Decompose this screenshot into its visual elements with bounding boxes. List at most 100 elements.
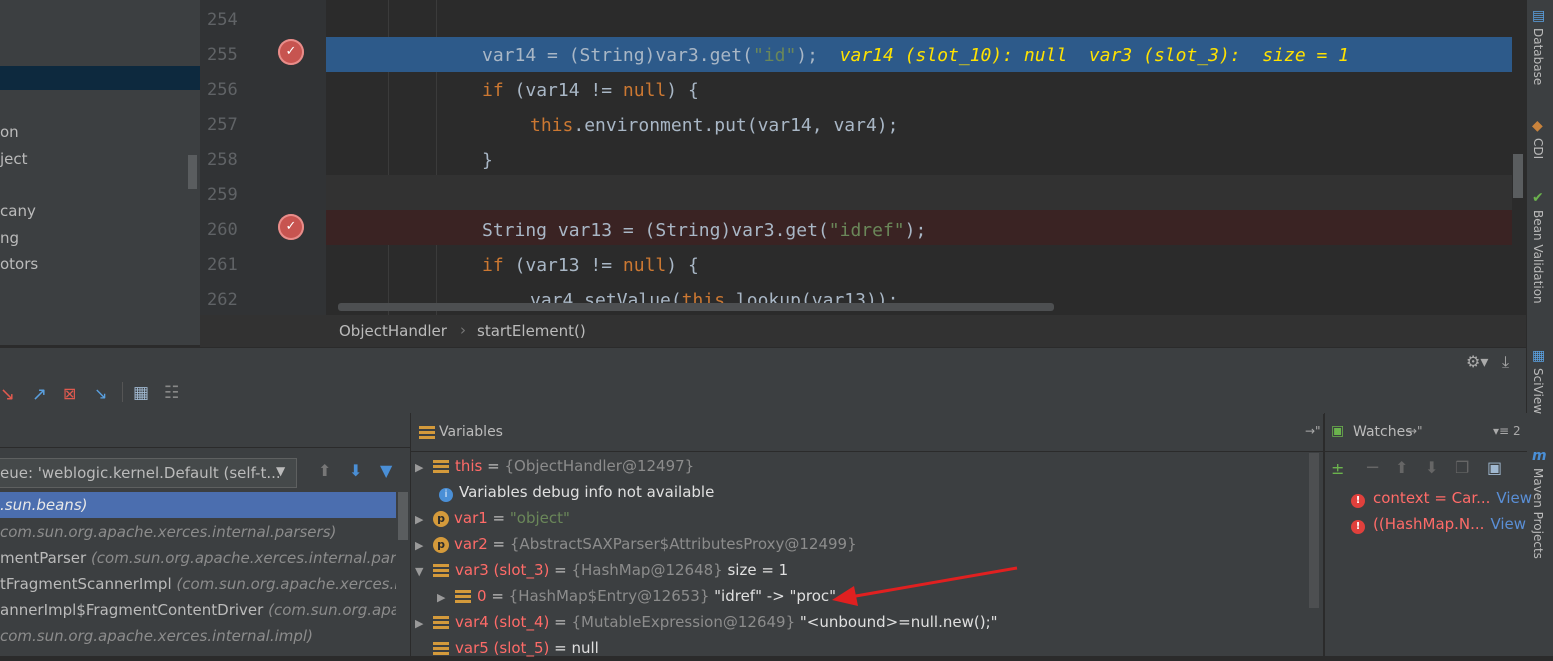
line-number: 260 bbox=[207, 220, 238, 240]
database-icon: ▤ bbox=[1532, 8, 1546, 24]
breadcrumb-separator: › bbox=[460, 321, 466, 339]
trace-icon[interactable]: ☷ bbox=[164, 383, 179, 403]
tab-bean-validation[interactable]: Bean Validation bbox=[1531, 210, 1545, 304]
line-number: 255 bbox=[207, 45, 238, 65]
tab-sciview[interactable]: SciView bbox=[1531, 368, 1545, 414]
debug-toolbar: ↘ ↗ ⊠ ↘ ▦ ☷ ⚙▾ ⤓ bbox=[0, 347, 1526, 414]
hide-panel-icon[interactable]: ⤓ bbox=[1502, 352, 1509, 372]
project-scrollbar[interactable] bbox=[188, 155, 197, 189]
frames-panel: eue: 'weblogic.kernel.Default (self-t...… bbox=[0, 413, 411, 656]
editor-horizontal-scrollbar[interactable] bbox=[338, 303, 1054, 311]
var-row-info: i Variables debug info not available bbox=[439, 479, 714, 505]
error-icon: ! bbox=[1351, 520, 1365, 534]
error-icon: ! bbox=[1351, 494, 1365, 508]
project-item[interactable]: otors bbox=[0, 255, 38, 273]
code-line-258: } bbox=[482, 150, 493, 171]
watches-title: Watches bbox=[1353, 424, 1413, 440]
var-row-this[interactable]: ▶ this = {ObjectHandler@12497} bbox=[415, 453, 694, 479]
line-number: 257 bbox=[207, 115, 238, 135]
frames-header bbox=[0, 413, 410, 448]
line-number: 261 bbox=[207, 255, 238, 275]
frames-scrollbar[interactable] bbox=[398, 492, 408, 540]
frame-row[interactable]: mentParser (com.sun.org.apache.xerces.in… bbox=[0, 545, 396, 571]
remove-watch-icon[interactable]: − bbox=[1365, 457, 1380, 478]
code-line-256: if (var14 != null) { bbox=[482, 80, 699, 101]
breakpoint-icon[interactable]: ✓ bbox=[278, 39, 304, 65]
caret-row bbox=[326, 175, 1512, 210]
run-to-cursor-icon[interactable]: ↘ bbox=[94, 384, 107, 403]
move-up-icon[interactable]: ⬆ bbox=[1395, 458, 1408, 477]
copy-icon[interactable]: ❐ bbox=[1455, 458, 1469, 477]
variables-scrollbar[interactable] bbox=[1309, 453, 1319, 608]
variables-title: Variables bbox=[439, 424, 503, 440]
var-row-var2[interactable]: ▶ p var2 = {AbstractSAXParser$AttributesPr… bbox=[415, 531, 857, 557]
watches-count: 2 bbox=[1513, 424, 1521, 438]
project-panel: on ject cany ng otors bbox=[0, 0, 200, 345]
view-link: View bbox=[1490, 515, 1527, 533]
project-item[interactable]: cany bbox=[0, 202, 36, 220]
arrow-up-icon[interactable]: ⬆ bbox=[318, 461, 331, 480]
tab-database[interactable]: Database bbox=[1531, 28, 1545, 85]
frame-row[interactable]: com.sun.org.apache.xerces.internal.parse… bbox=[0, 519, 396, 545]
code-line-257: this.environment.put(var14, var4); bbox=[530, 115, 899, 136]
maven-icon: m bbox=[1532, 448, 1547, 464]
add-watch-icon[interactable]: ± bbox=[1331, 459, 1344, 478]
filter-icon[interactable]: ▼ bbox=[380, 461, 392, 480]
variables-icon bbox=[419, 426, 435, 439]
inline-debug-values: var14 (slot_10): null var3 (slot_3): siz… bbox=[839, 45, 1350, 66]
project-item[interactable]: on bbox=[0, 123, 19, 141]
line-number: 254 bbox=[207, 10, 238, 30]
watches-header: ▣ Watches →" ▾≡ 2 bbox=[1325, 413, 1527, 452]
project-selected-row[interactable] bbox=[0, 66, 200, 90]
info-icon: i bbox=[439, 488, 453, 502]
line-number: 258 bbox=[207, 150, 238, 170]
breadcrumb: ObjectHandler › startElement() bbox=[200, 315, 1526, 347]
view-link: View bbox=[1496, 489, 1533, 507]
variables-panel: Variables →" ▶ this = {ObjectHandler@1249… bbox=[411, 413, 1323, 657]
watches-menu-icon[interactable]: ▾≡ bbox=[1493, 424, 1509, 438]
project-item[interactable]: ject bbox=[0, 150, 28, 168]
chevron-down-icon: ▼ bbox=[276, 464, 286, 478]
evaluate-expression-icon[interactable]: ▦ bbox=[133, 383, 149, 403]
step-into-icon[interactable]: ↘ bbox=[0, 384, 15, 405]
project-item[interactable]: ng bbox=[0, 229, 19, 247]
watch-view-icon[interactable]: ▣ bbox=[1487, 458, 1502, 477]
thread-selector[interactable]: eue: 'weblogic.kernel.Default (self-t...… bbox=[0, 458, 297, 488]
editor-vertical-scrollbar[interactable] bbox=[1513, 154, 1523, 198]
cdi-icon: ◆ bbox=[1532, 118, 1543, 134]
code-line-260: String var13 = (String)var3.get("idref")… bbox=[482, 220, 927, 241]
tab-maven-projects[interactable]: Maven Projects bbox=[1531, 468, 1545, 559]
pin-icon[interactable]: →" bbox=[1407, 424, 1423, 438]
drop-frame-icon[interactable]: ⊠ bbox=[63, 384, 76, 403]
breakpoint-icon[interactable]: ✓ bbox=[278, 214, 304, 240]
move-down-icon[interactable]: ⬇ bbox=[1425, 458, 1438, 477]
breadcrumb-method[interactable]: startElement() bbox=[477, 322, 586, 340]
line-number: 262 bbox=[207, 290, 238, 310]
watches-icon: ▣ bbox=[1331, 423, 1345, 439]
arrow-down-icon[interactable]: ⬇ bbox=[349, 461, 362, 480]
pin-icon[interactable]: →" bbox=[1305, 424, 1321, 438]
code-editor[interactable]: var14 = (String)var3.get("id"); var14 (s… bbox=[326, 0, 1512, 315]
breadcrumb-class[interactable]: ObjectHandler bbox=[339, 322, 447, 340]
sciview-icon: ▦ bbox=[1532, 348, 1546, 364]
var-row-var5[interactable]: var5 (slot_5) = null bbox=[415, 635, 599, 661]
var-row-var3[interactable]: ▼ var3 (slot_3) = {HashMap@12648} size = … bbox=[415, 557, 788, 583]
var-row-entry-0[interactable]: ▶ 0 = {HashMap$Entry@12653} "idref" -> "p… bbox=[437, 583, 836, 609]
frame-row[interactable]: com.sun.org.apache.xerces.internal.impl) bbox=[0, 623, 396, 649]
annotation-arrow-icon bbox=[832, 566, 1018, 606]
code-line-255: var14 = (String)var3.get("id"); var14 (s… bbox=[482, 45, 1350, 66]
code-line-261: if (var13 != null) { bbox=[482, 255, 699, 276]
frame-row[interactable]: tFragmentScannerImpl (com.sun.org.apache… bbox=[0, 571, 396, 597]
var-row-var4[interactable]: ▶ var4 (slot_4) = {MutableExpression@1264… bbox=[415, 609, 998, 635]
var-row-var1[interactable]: ▶ p var1 = "object" bbox=[415, 505, 570, 531]
tab-cdi[interactable]: CDI bbox=[1531, 138, 1545, 159]
frame-row[interactable]: annerImpl$FragmentContentDriver (com.sun… bbox=[0, 597, 396, 623]
variables-header: Variables →" bbox=[411, 413, 1323, 452]
step-out-icon[interactable]: ↗ bbox=[32, 384, 47, 405]
line-number: 256 bbox=[207, 80, 238, 100]
settings-gear-icon[interactable]: ⚙▾ bbox=[1466, 352, 1488, 371]
frame-row-selected[interactable]: .sun.beans) bbox=[0, 492, 396, 518]
watch-row[interactable]: ! ((HashMap.N... View bbox=[1351, 511, 1526, 537]
watch-row[interactable]: ! context = Car... View bbox=[1351, 485, 1532, 511]
watches-panel: ▣ Watches →" ▾≡ 2 ± − ⬆ ⬇ ❐ ▣ ! context =… bbox=[1324, 413, 1532, 656]
